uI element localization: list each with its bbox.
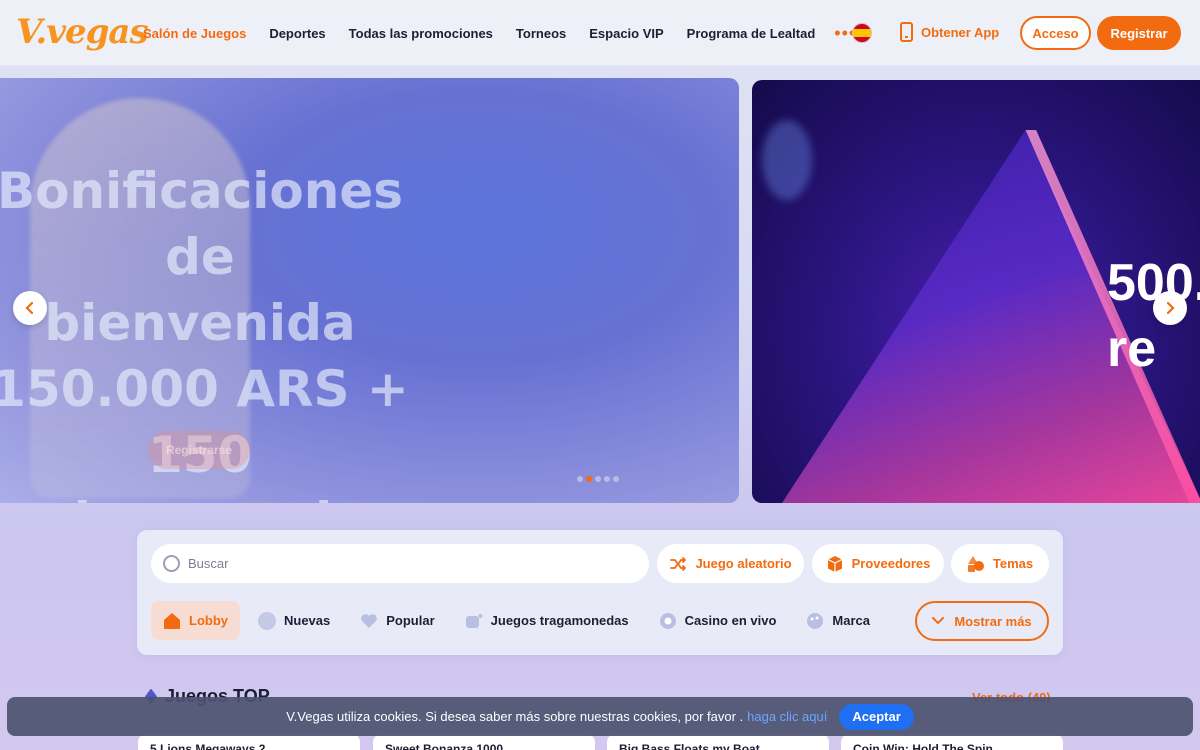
show-more-button[interactable]: Mostrar más [915, 601, 1049, 641]
category-label: Casino en vivo [684, 613, 777, 628]
search-input[interactable] [188, 556, 608, 571]
games-filter-panel: Juego aleatorio Proveedores Temas Lobby … [137, 530, 1063, 655]
box-icon [827, 555, 842, 572]
banner-slide-welcome-bonus[interactable]: Bonificaciones de bienvenida 150.000 ARS… [0, 78, 739, 503]
themes-button[interactable]: Temas [951, 544, 1049, 583]
random-game-label: Juego aleatorio [695, 556, 792, 571]
search-box[interactable] [151, 544, 649, 583]
site-header: V.vegas Salón de Juegos Deportes Todas l… [0, 0, 1200, 66]
category-tab-marca[interactable]: Marca [794, 601, 882, 640]
carousel-dot[interactable] [595, 476, 601, 482]
game-card[interactable]: Coin Win: Hold The Spin [841, 734, 1063, 750]
cookie-text: V.Vegas utiliza cookies. Si desea saber … [286, 709, 744, 724]
heart-icon [361, 613, 378, 628]
category-label: Lobby [189, 613, 228, 628]
home-icon [164, 612, 180, 629]
next-slide-text: 500. re [1107, 254, 1200, 378]
category-label: Marca [832, 613, 870, 628]
slot-machine-icon [465, 613, 483, 628]
nav-item-programa-lealtad[interactable]: Programa de Lealtad [687, 26, 816, 41]
random-game-button[interactable]: Juego aleatorio [657, 544, 804, 583]
category-tab-tragamonedas[interactable]: Juegos tragamonedas [453, 601, 641, 640]
carousel-dot[interactable] [577, 476, 583, 482]
chevron-right-icon [1166, 302, 1175, 314]
carousel-dot[interactable] [613, 476, 619, 482]
register-button[interactable]: Registrar [1097, 16, 1181, 50]
cookie-info-link[interactable]: haga clic aquí [747, 709, 827, 724]
chevron-left-icon [25, 302, 34, 314]
nav-item-torneos[interactable]: Torneos [516, 26, 566, 41]
carousel-prev-button[interactable] [13, 291, 47, 325]
carousel-next-button[interactable] [1153, 291, 1187, 325]
nav-item-promociones[interactable]: Todas las promociones [349, 26, 493, 41]
vvegas-logo[interactable]: V.vegas [16, 12, 149, 52]
category-label: Nuevas [284, 613, 331, 628]
game-card[interactable]: Sweet Bonanza 1000 [373, 734, 595, 750]
login-button[interactable]: Acceso [1020, 16, 1091, 50]
moon-image [762, 120, 812, 200]
spain-flag-icon[interactable] [852, 23, 872, 43]
chevron-down-icon [932, 617, 945, 625]
category-tab-nuevas[interactable]: Nuevas [246, 601, 342, 640]
shapes-icon [967, 555, 984, 572]
providers-label: Proveedores [851, 556, 931, 571]
category-label: Popular [386, 613, 435, 628]
game-card[interactable]: 5 Lions Megaways 2 [138, 734, 360, 750]
carousel-dots [577, 476, 619, 482]
shuffle-icon [670, 556, 687, 571]
show-more-label: Mostrar más [954, 613, 1032, 629]
category-tab-casino-en-vivo[interactable]: Casino en vivo [647, 601, 789, 640]
game-card[interactable]: Big Bass Floats my Boat [607, 734, 829, 750]
new-badge-icon [258, 611, 276, 630]
providers-button[interactable]: Proveedores [812, 544, 944, 583]
cookie-banner: V.Vegas utiliza cookies. Si desea saber … [7, 697, 1193, 736]
live-dot-icon [659, 612, 676, 629]
phone-icon [900, 22, 913, 42]
themes-label: Temas [992, 556, 1034, 571]
banner-register-button[interactable]: Registrarse [148, 431, 250, 469]
banner-slide-next[interactable]: 500. re [752, 80, 1200, 503]
carousel-dot-active[interactable] [586, 476, 592, 482]
main-nav: Salón de Juegos Deportes Todas las promo… [143, 0, 856, 66]
carousel-dot[interactable] [604, 476, 610, 482]
brand-icon [807, 612, 824, 629]
category-tab-popular[interactable]: Popular [348, 601, 446, 640]
accept-cookies-button[interactable]: Aceptar [839, 703, 914, 730]
search-icon [163, 555, 180, 572]
get-app-label: Obtener App [921, 24, 1000, 40]
category-tabs: Lobby Nuevas Popular Juegos tragamonedas… [151, 601, 888, 640]
category-tab-lobby[interactable]: Lobby [151, 601, 240, 640]
category-label: Juegos tragamonedas [490, 613, 629, 628]
nav-item-deportes[interactable]: Deportes [269, 26, 325, 41]
nav-item-salon-de-juegos[interactable]: Salón de Juegos [143, 26, 246, 41]
get-app-link[interactable]: Obtener App [900, 22, 999, 42]
nav-item-espacio-vip[interactable]: Espacio VIP [589, 26, 663, 41]
